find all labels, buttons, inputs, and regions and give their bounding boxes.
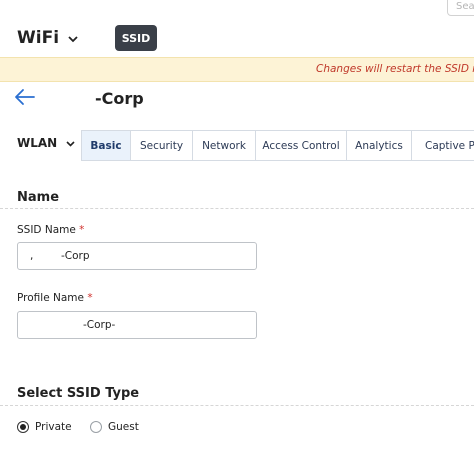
radio-button-checked[interactable]: [17, 421, 29, 433]
required-mark: *: [79, 224, 85, 236]
warning-text: Changes will restart the SSID if it i...: [316, 63, 474, 75]
profile-name-label-text: Profile Name: [17, 292, 84, 304]
wifi-menu-dropdown[interactable]: WiFi: [17, 28, 78, 48]
tab-basic[interactable]: Basic: [82, 131, 131, 160]
profile-name-input[interactable]: -Corp-: [17, 311, 257, 339]
ssid-edit-page: Sea WiFi SSID Changes will restart the S…: [0, 0, 474, 453]
radio-guest[interactable]: Guest: [90, 421, 139, 433]
tab-network[interactable]: Network: [193, 131, 256, 160]
back-arrow-icon[interactable]: [14, 88, 36, 106]
ssid-name-input[interactable]: , -Corp: [17, 242, 257, 270]
wlan-label: WLAN: [17, 136, 58, 150]
tab-access-control[interactable]: Access Control: [256, 131, 347, 160]
section-divider: [0, 405, 474, 406]
radio-private-label: Private: [35, 421, 72, 433]
name-section-title: Name: [17, 190, 60, 205]
chevron-down-icon: [68, 35, 78, 42]
search-placeholder: Sea: [456, 1, 474, 12]
ssid-name-label: SSID Name *: [17, 224, 84, 236]
profile-name-value: -Corp-: [83, 319, 116, 331]
tab-captive-portal[interactable]: Captive Por: [412, 131, 474, 160]
section-divider: [0, 208, 474, 209]
ssid-name-label-text: SSID Name: [17, 224, 76, 236]
ssid-name-value: -Corp: [61, 250, 90, 262]
radio-private[interactable]: Private: [17, 421, 72, 433]
tab-security[interactable]: Security: [131, 131, 193, 160]
tab-analytics[interactable]: Analytics: [347, 131, 412, 160]
ssid-type-section-title: Select SSID Type: [17, 386, 140, 401]
profile-name-label: Profile Name *: [17, 292, 93, 304]
restart-warning-banner: Changes will restart the SSID if it i...: [0, 57, 474, 82]
required-mark: *: [87, 292, 93, 304]
search-input[interactable]: Sea: [447, 0, 474, 16]
ssid-name-value-prefix: ,: [30, 250, 34, 262]
config-tabs: Basic Security Network Access Control An…: [81, 130, 474, 161]
header-title: WiFi: [17, 28, 60, 48]
chevron-down-icon: [66, 140, 75, 147]
wlan-dropdown[interactable]: WLAN: [17, 136, 75, 150]
page-title: -Corp: [95, 89, 144, 108]
radio-button-unchecked[interactable]: [90, 421, 102, 433]
radio-guest-label: Guest: [108, 421, 139, 433]
ssid-badge: SSID: [115, 25, 157, 51]
